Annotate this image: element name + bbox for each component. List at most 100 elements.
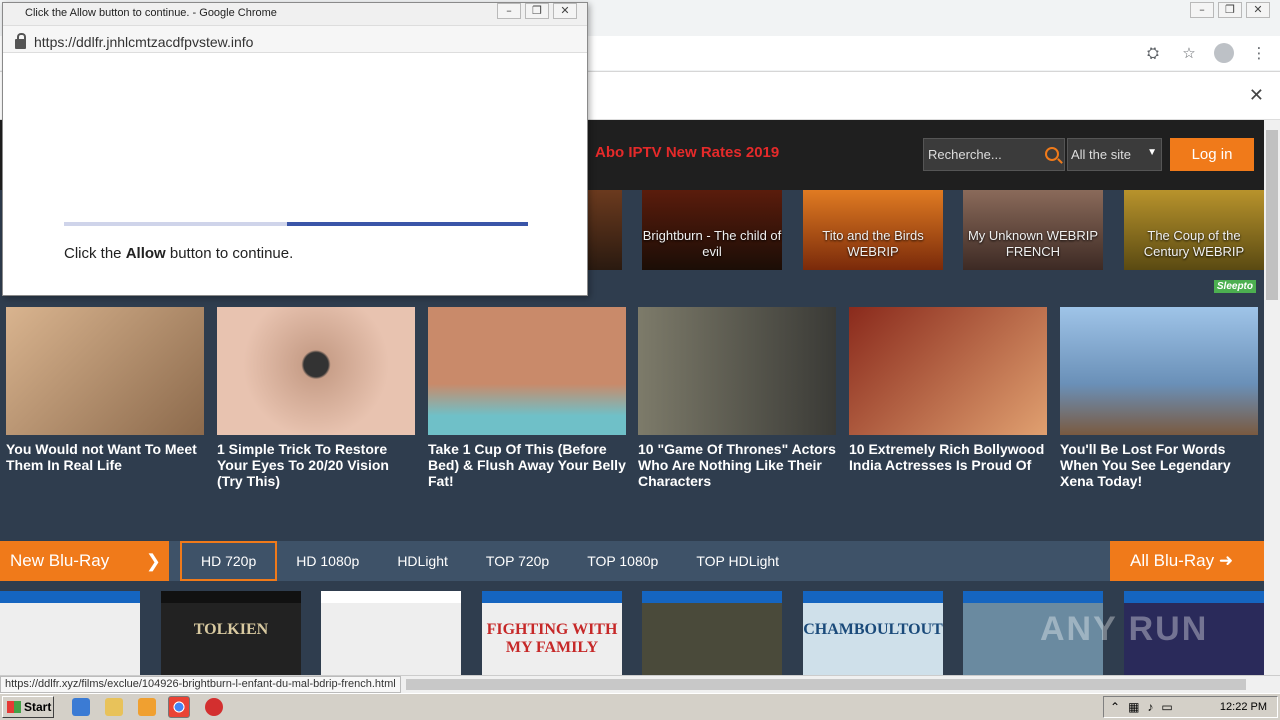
message-text: Click the xyxy=(64,245,126,262)
minimize-icon[interactable]: – xyxy=(497,3,521,19)
new-bluray-button[interactable]: New Blu-Ray ❯ xyxy=(0,541,169,581)
cover-title: TOLKIEN xyxy=(193,621,269,638)
status-url: https://ddlfr.xyz/films/exclue/104926-br… xyxy=(0,676,401,693)
scope-selected-value: All the site xyxy=(1071,147,1131,162)
ad-title[interactable]: 1 Simple Trick To Restore Your Eyes To 2… xyxy=(217,441,415,489)
ie-icon[interactable] xyxy=(72,698,90,716)
taskbar: Start ⌃ ▦ ♪ ▭ 12:22 PM xyxy=(0,693,1280,720)
all-bluray-label: All Blu-Ray xyxy=(1130,551,1215,570)
tab-top-hdlight[interactable]: TOP HDLight xyxy=(677,541,798,581)
new-bluray-label: New Blu-Ray xyxy=(10,551,110,570)
all-bluray-button[interactable]: All Blu-Ray ➜ xyxy=(1110,541,1264,581)
cover-title: FIGHTING WITH MY FAMILY xyxy=(486,621,618,656)
ad-card[interactable]: 10 Extremely Rich Bollywood India Actres… xyxy=(849,307,1047,473)
ad-image[interactable] xyxy=(638,307,836,435)
ad-card[interactable]: You Would not Want To Meet Them In Real … xyxy=(6,307,204,473)
power-icon[interactable]: ▭ xyxy=(1161,700,1172,714)
ad-card[interactable]: 10 "Game Of Thrones" Actors Who Are Noth… xyxy=(638,307,836,489)
movie-card[interactable]: My Unknown WEBRIP FRENCH xyxy=(963,190,1103,270)
cover-title: CHAMBOULTOUT xyxy=(803,621,943,638)
system-tray: ⌃ ▦ ♪ ▭ 12:22 PM xyxy=(1103,696,1278,718)
bluray-cover[interactable]: CHAMBOULTOUT xyxy=(803,591,943,675)
media-player-icon[interactable] xyxy=(138,698,156,716)
infobar-close-icon[interactable]: ✕ xyxy=(1249,85,1264,106)
bookmark-star-icon[interactable]: ☆ xyxy=(1178,42,1200,64)
loading-progress-bar xyxy=(64,222,528,226)
login-button[interactable]: Log in xyxy=(1170,138,1254,171)
popup-address-bar: https://ddlfr.jnhlcmtzacdfpvstew.info xyxy=(3,25,587,53)
bluray-cover[interactable] xyxy=(321,591,461,675)
popup-window-controls: – ❐ ✕ xyxy=(497,3,577,19)
translate-icon[interactable]: ⛭ xyxy=(1142,42,1164,64)
movie-card[interactable]: Tito and the Birds WEBRIP xyxy=(803,190,943,270)
popup-window: Click the Allow button to continue. - Go… xyxy=(2,2,588,296)
tab-hdlight[interactable]: HDLight xyxy=(378,541,467,581)
ad-card[interactable]: You'll Be Lost For Words When You See Le… xyxy=(1060,307,1258,489)
movie-card[interactable]: The Coup of the Century WEBRIP xyxy=(1124,190,1264,270)
ad-title[interactable]: 10 "Game Of Thrones" Actors Who Are Noth… xyxy=(638,441,836,489)
bluray-bar: New Blu-Ray ❯ HD 720p HD 1080p HDLight T… xyxy=(0,541,1264,581)
clock: 12:22 PM xyxy=(1219,701,1267,713)
popup-message: Click the Allow button to continue. xyxy=(64,245,293,262)
window-controls: – ❐ ✕ xyxy=(1190,2,1270,18)
restore-icon[interactable]: ❐ xyxy=(1218,2,1242,18)
progress-fill xyxy=(286,222,528,226)
popup-url: https://ddlfr.jnhlcmtzacdfpvstew.info xyxy=(34,33,254,50)
ad-image[interactable] xyxy=(428,307,626,435)
ad-card[interactable]: Take 1 Cup Of This (Before Bed) & Flush … xyxy=(428,307,626,489)
bluray-cover[interactable]: FIGHTING WITH MY FAMILY xyxy=(482,591,622,675)
message-text: button to continue. xyxy=(165,245,294,262)
start-label: Start xyxy=(24,700,52,714)
tab-top-720p[interactable]: TOP 720p xyxy=(467,541,568,581)
promo-link[interactable]: Abo IPTV New Rates 2019 xyxy=(595,144,779,161)
network-icon[interactable]: ▦ xyxy=(1128,700,1139,714)
windows-logo-icon xyxy=(7,701,21,713)
popup-window-title: Click the Allow button to continue. - Go… xyxy=(25,7,277,19)
bluray-cover[interactable]: TOLKIEN xyxy=(161,591,301,675)
chevron-down-icon: ▼ xyxy=(1147,147,1157,158)
ad-image[interactable] xyxy=(849,307,1047,435)
message-allow-word: Allow xyxy=(125,245,166,262)
tab-hd-720p[interactable]: HD 720p xyxy=(180,541,278,581)
menu-kebab-icon[interactable]: ⋮ xyxy=(1248,42,1270,64)
vertical-scrollbar[interactable] xyxy=(1264,120,1280,675)
tab-top-1080p[interactable]: TOP 1080p xyxy=(568,541,677,581)
folder-icon[interactable] xyxy=(105,698,123,716)
ad-title[interactable]: 10 Extremely Rich Bollywood India Actres… xyxy=(849,441,1047,473)
restore-icon[interactable]: ❐ xyxy=(525,3,549,19)
close-icon[interactable]: ✕ xyxy=(1246,2,1270,18)
bluray-cover[interactable] xyxy=(0,591,140,675)
movie-card[interactable]: Brightburn - The child of evil xyxy=(642,190,782,270)
horizontal-scrollbar[interactable] xyxy=(406,679,1246,690)
ad-image[interactable] xyxy=(217,307,415,435)
tray-expand-icon[interactable]: ⌃ xyxy=(1110,700,1120,714)
ad-title[interactable]: You'll Be Lost For Words When You See Le… xyxy=(1060,441,1258,489)
chrome-icon[interactable] xyxy=(168,696,190,718)
ad-card[interactable]: 1 Simple Trick To Restore Your Eyes To 2… xyxy=(217,307,415,489)
start-button[interactable]: Start xyxy=(2,696,54,718)
volume-icon[interactable]: ♪ xyxy=(1147,700,1153,714)
search-icon[interactable] xyxy=(1045,147,1059,161)
arrow-right-icon: ➜ xyxy=(1218,551,1234,570)
status-bar: https://ddlfr.xyz/films/exclue/104926-br… xyxy=(0,675,1280,693)
lock-icon[interactable] xyxy=(15,32,26,49)
sponsored-ads: You Would not Want To Meet Them In Real … xyxy=(0,307,1264,507)
search-scope-select[interactable]: All the site ▼ xyxy=(1067,138,1162,171)
search-placeholder: Recherche... xyxy=(928,147,1002,162)
anyrun-watermark: ANY RUN xyxy=(1040,610,1209,648)
ad-image[interactable] xyxy=(6,307,204,435)
ad-title[interactable]: Take 1 Cup Of This (Before Bed) & Flush … xyxy=(428,441,626,489)
scrollbar-thumb[interactable] xyxy=(1266,130,1278,300)
ad-image[interactable] xyxy=(1060,307,1258,435)
bluray-cover[interactable] xyxy=(642,591,782,675)
ad-title[interactable]: You Would not Want To Meet Them In Real … xyxy=(6,441,204,473)
warning-icon[interactable] xyxy=(205,698,223,716)
profile-avatar-icon[interactable] xyxy=(1214,43,1234,63)
chevron-right-icon: ❯ xyxy=(145,551,161,571)
tab-hd-1080p[interactable]: HD 1080p xyxy=(277,541,378,581)
sponsor-badge[interactable]: Sleepto xyxy=(1213,280,1256,293)
search-input[interactable]: Recherche... xyxy=(923,138,1065,171)
minimize-icon[interactable]: – xyxy=(1190,2,1214,18)
popup-titlebar: Click the Allow button to continue. - Go… xyxy=(3,3,587,25)
close-icon[interactable]: ✕ xyxy=(553,3,577,19)
